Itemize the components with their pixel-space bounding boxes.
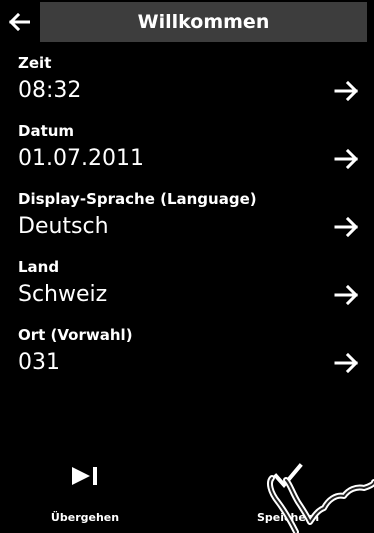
setting-row-zeit[interactable]: Zeit 08:32 [0, 54, 374, 122]
arrow-right-icon[interactable] [334, 80, 360, 102]
header: Willkommen [0, 0, 374, 44]
arrow-right-icon[interactable] [334, 216, 360, 238]
setting-value: 08:32 [18, 78, 82, 103]
setting-row-land[interactable]: Land Schweiz [0, 258, 374, 326]
skip-label: Übergehen [50, 511, 120, 524]
save-button[interactable]: Speichern [233, 450, 343, 533]
arrow-right-icon[interactable] [334, 352, 360, 374]
page-title: Willkommen [40, 2, 367, 42]
setting-value: 01.07.2011 [18, 146, 144, 171]
setting-value: 031 [18, 350, 60, 375]
setting-row-language[interactable]: Display-Sprache (Language) Deutsch [0, 190, 374, 258]
setting-row-ort[interactable]: Ort (Vorwahl) 031 [0, 326, 374, 394]
setting-label: Land [18, 258, 60, 276]
footer-bar: Übergehen Speichern [0, 450, 374, 533]
checkmark-icon [273, 463, 303, 489]
skip-button[interactable]: Übergehen [30, 450, 140, 533]
setting-label: Ort (Vorwahl) [18, 326, 133, 344]
back-button[interactable] [0, 0, 38, 44]
save-label: Speichern [256, 511, 320, 524]
setting-label: Datum [18, 122, 75, 140]
setting-row-datum[interactable]: Datum 01.07.2011 [0, 122, 374, 190]
skip-forward-icon [72, 467, 97, 485]
setting-value: Deutsch [18, 214, 109, 239]
arrow-left-icon [8, 13, 30, 31]
arrow-right-icon[interactable] [334, 284, 360, 306]
setting-label: Display-Sprache (Language) [18, 190, 257, 208]
setting-value: Schweiz [18, 282, 108, 307]
setting-label: Zeit [18, 54, 52, 72]
welcome-screen: Willkommen Zeit 08:32 Datum 01.07.2011 D… [0, 0, 374, 533]
arrow-right-icon[interactable] [334, 148, 360, 170]
